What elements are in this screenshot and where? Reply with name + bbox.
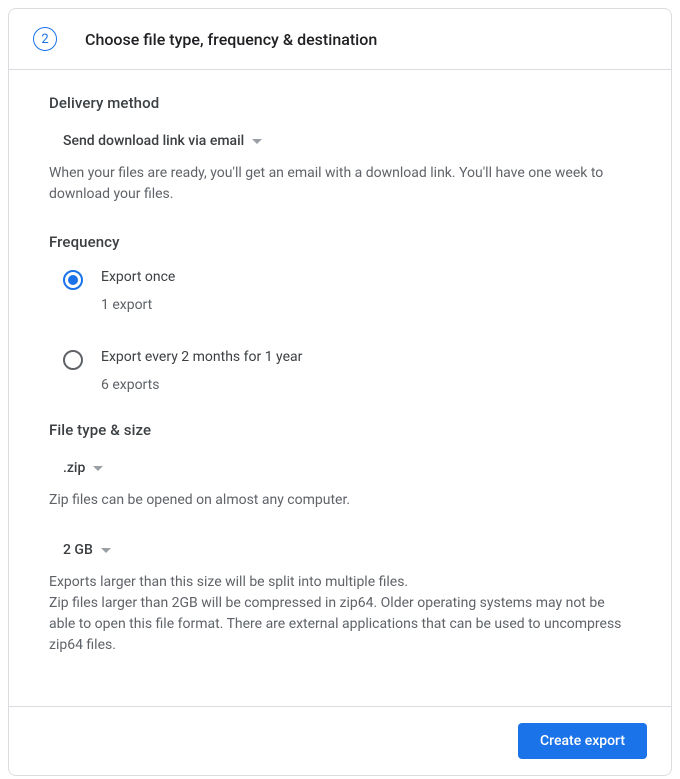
- settings-body: Delivery method Send download link via e…: [9, 70, 671, 706]
- delivery-method-help: When your files are ready, you'll get an…: [49, 163, 631, 205]
- file-type-size-heading: File type & size: [49, 421, 631, 439]
- create-export-button[interactable]: Create export: [518, 723, 647, 759]
- delivery-method-dropdown[interactable]: Send download link via email: [49, 133, 262, 149]
- frequency-option-label: Export once: [101, 269, 175, 285]
- frequency-option-sub: 1 export: [101, 297, 175, 313]
- chevron-down-icon: [93, 466, 103, 471]
- file-type-help: Zip files can be opened on almost any co…: [49, 490, 631, 511]
- frequency-heading: Frequency: [49, 233, 631, 251]
- radio-unselected-icon: [63, 350, 83, 370]
- step-title: Choose file type, frequency & destinatio…: [85, 30, 377, 49]
- file-type-value: .zip: [63, 460, 85, 476]
- file-size-help: Exports larger than this size will be sp…: [49, 572, 631, 656]
- frequency-option-label: Export every 2 months for 1 year: [101, 349, 302, 365]
- footer: Create export: [9, 706, 671, 775]
- export-settings-card: 2 Choose file type, frequency & destinat…: [8, 8, 672, 776]
- frequency-option-sub: 6 exports: [101, 377, 302, 393]
- chevron-down-icon: [252, 139, 262, 144]
- step-header: 2 Choose file type, frequency & destinat…: [9, 9, 671, 70]
- file-type-dropdown[interactable]: .zip: [49, 460, 103, 476]
- file-size-dropdown[interactable]: 2 GB: [49, 542, 111, 558]
- delivery-method-value: Send download link via email: [63, 133, 244, 149]
- frequency-radio-group: Export once 1 export Export every 2 mont…: [49, 269, 631, 393]
- chevron-down-icon: [101, 548, 111, 553]
- step-number-badge: 2: [33, 27, 57, 51]
- file-size-value: 2 GB: [63, 542, 93, 558]
- frequency-option-once[interactable]: Export once 1 export: [63, 269, 631, 313]
- frequency-option-recurring[interactable]: Export every 2 months for 1 year 6 expor…: [63, 349, 631, 393]
- radio-selected-icon: [63, 270, 83, 290]
- delivery-method-heading: Delivery method: [49, 94, 631, 112]
